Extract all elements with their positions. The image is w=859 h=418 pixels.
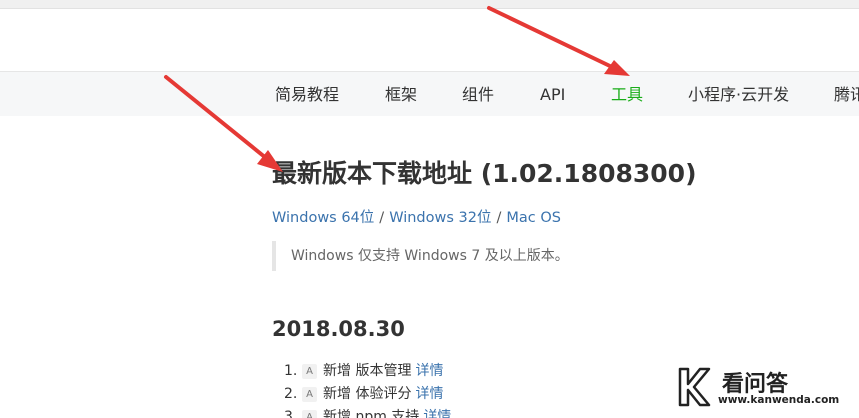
list-number: 1. xyxy=(284,363,298,379)
page-title: 最新版本下载地址 (1.02.1808300) xyxy=(272,159,697,188)
details-link[interactable]: 详情 xyxy=(415,363,443,379)
watermark: 看问答 www.kanwenda.com xyxy=(672,362,859,412)
changelog-text: 新增 体验评分 xyxy=(323,386,412,402)
added-tag-icon: A xyxy=(302,387,317,402)
download-windows-64-link[interactable]: Windows 64位 xyxy=(272,210,374,226)
changelog-list: 1. A 新增 版本管理 详情 2. A 新增 体验评分 详情 3. A 新增 npm 支持 详情 xyxy=(284,360,451,418)
nav-item-api[interactable]: API xyxy=(540,72,565,117)
details-link[interactable]: 详情 xyxy=(415,386,443,402)
details-link[interactable]: 详情 xyxy=(423,409,451,418)
nav-item-tutorial[interactable]: 简易教程 xyxy=(275,72,339,117)
nav-item-tools[interactable]: 工具 xyxy=(611,72,643,117)
changelog-text: 新增 版本管理 xyxy=(323,363,412,379)
download-mac-os-link[interactable]: Mac OS xyxy=(506,210,561,226)
nav-item-framework[interactable]: 框架 xyxy=(385,72,417,117)
nav-item-cloud-dev[interactable]: 小程序·云开发 xyxy=(688,72,789,117)
list-item: 3. A 新增 npm 支持 详情 xyxy=(284,406,451,418)
list-number: 2. xyxy=(284,386,298,402)
nav-item-tencent[interactable]: 腾讯 xyxy=(834,72,859,117)
browser-top-strip xyxy=(0,0,859,9)
windows-support-note: Windows 仅支持 Windows 7 及以上版本。 xyxy=(272,241,592,271)
watermark-url: www.kanwenda.com xyxy=(718,394,840,406)
added-tag-icon: A xyxy=(302,410,317,418)
kanwenda-logo-icon xyxy=(678,367,711,407)
version-date-heading: 2018.08.30 xyxy=(272,317,405,341)
download-windows-32-link[interactable]: Windows 32位 xyxy=(389,210,491,226)
list-item: 2. A 新增 体验评分 详情 xyxy=(284,383,451,406)
nav-item-components[interactable]: 组件 xyxy=(462,72,494,117)
added-tag-icon: A xyxy=(302,364,317,379)
download-links: Windows 64位 / Windows 32位 / Mac OS xyxy=(272,206,561,227)
list-number: 3. xyxy=(284,409,298,418)
site-header xyxy=(0,10,859,70)
changelog-text: 新增 npm 支持 xyxy=(323,409,420,418)
link-separator: / xyxy=(496,210,502,226)
list-item: 1. A 新增 版本管理 详情 xyxy=(284,360,451,383)
top-navigation: 简易教程 框架 组件 API 工具 小程序·云开发 腾讯 xyxy=(0,71,859,116)
link-separator: / xyxy=(379,210,385,226)
